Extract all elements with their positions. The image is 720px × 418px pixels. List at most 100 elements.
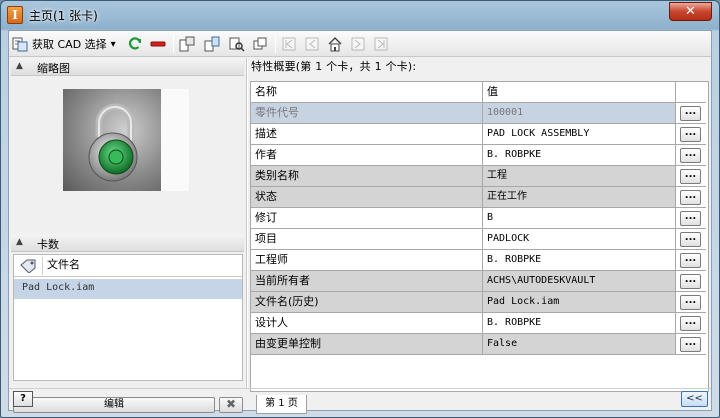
file-name-column-header[interactable]: 文件名 <box>42 257 80 275</box>
pane-splitter[interactable] <box>246 58 248 388</box>
thumbnail-background <box>161 89 189 191</box>
property-value[interactable]: PADLOCK <box>483 229 676 250</box>
remove-button[interactable] <box>150 35 166 53</box>
property-name: 描述 <box>251 124 483 145</box>
close-button[interactable]: ✕ <box>669 2 712 21</box>
refresh-button[interactable] <box>127 35 143 53</box>
fetch-cad-icon <box>12 36 28 52</box>
cards-section-header[interactable]: ▲ 卡数 <box>11 234 244 252</box>
property-action-cell: ... <box>676 229 706 250</box>
property-value[interactable]: 正在工作 <box>483 187 676 208</box>
fetch-cad-selection-button[interactable]: 获取 CAD 选择 ▾ <box>12 35 116 53</box>
cards-header-label: 卡数 <box>37 238 59 251</box>
property-value[interactable]: 100001 <box>483 103 676 124</box>
property-value[interactable]: B. ROBPKE <box>483 313 676 334</box>
ellipsis-button[interactable]: ... <box>680 211 701 226</box>
last-card-icon <box>373 36 389 52</box>
ellipsis-button[interactable]: ... <box>680 127 701 142</box>
property-row[interactable]: 作者 B. ROBPKE... <box>251 145 706 166</box>
copy-design-icon <box>179 36 195 52</box>
file-list-header: 文件名 <box>14 255 242 277</box>
find-icon <box>229 36 245 52</box>
property-action-cell: ... <box>676 208 706 229</box>
copy-button[interactable] <box>252 35 268 53</box>
refresh-icon <box>127 36 143 52</box>
property-value[interactable]: False <box>483 334 676 355</box>
property-action-cell: ... <box>676 145 706 166</box>
previous-card-button[interactable] <box>304 35 320 53</box>
ellipsis-button[interactable]: ... <box>680 253 701 268</box>
value-column-header[interactable]: 值 <box>483 82 676 103</box>
property-row[interactable]: 由变更单控制 False... <box>251 334 706 355</box>
help-button[interactable]: ? <box>13 391 33 407</box>
first-card-button[interactable] <box>281 35 297 53</box>
property-value[interactable]: B <box>483 208 676 229</box>
collapse-up-icon: ▲ <box>16 237 23 247</box>
ellipsis-button[interactable]: ... <box>680 337 701 352</box>
collapse-up-icon: ▲ <box>16 61 23 71</box>
property-name: 文件名(历史) <box>251 292 483 313</box>
last-card-button[interactable] <box>373 35 389 53</box>
thumbnail-section-header[interactable]: ▲ 缩略图 <box>11 58 244 76</box>
property-value[interactable]: ACHS\AUTODESKVAULT <box>483 271 676 292</box>
property-name: 修订 <box>251 208 483 229</box>
property-action-cell: ... <box>676 334 706 355</box>
property-row[interactable]: 描述 PAD LOCK ASSEMBLY... <box>251 124 706 145</box>
copy-design-button[interactable] <box>179 35 195 53</box>
property-row[interactable]: 当前所有者 ACHS\AUTODESKVAULT... <box>251 271 706 292</box>
padlock-thumbnail <box>63 89 165 191</box>
property-value[interactable]: 工程 <box>483 166 676 187</box>
ellipsis-button[interactable]: ... <box>680 295 701 310</box>
property-row[interactable]: 工程师 B. ROBPKE... <box>251 250 706 271</box>
property-value[interactable]: PAD LOCK ASSEMBLY <box>483 124 676 145</box>
property-name: 由变更单控制 <box>251 334 483 355</box>
ellipsis-button[interactable]: ... <box>680 316 701 331</box>
property-row[interactable]: 设计人 B. ROBPKE... <box>251 313 706 334</box>
property-value[interactable]: Pad Lock.iam <box>483 292 676 313</box>
property-name: 类别名称 <box>251 166 483 187</box>
property-action-cell: ... <box>676 250 706 271</box>
find-button[interactable] <box>229 35 245 53</box>
property-row[interactable]: 文件名(历史) Pad Lock.iam... <box>251 292 706 313</box>
ellipsis-button[interactable]: ... <box>680 274 701 289</box>
property-value[interactable]: B. ROBPKE <box>483 145 676 166</box>
fetch-cad-label: 获取 CAD 选择 <box>32 38 107 51</box>
assign-item-icon <box>204 36 220 52</box>
title-bar[interactable]: I 主页(1 张卡) ✕ <box>1 1 719 29</box>
chevron-down-icon[interactable]: ▾ <box>111 39 116 50</box>
copy-icon <box>252 36 268 52</box>
property-row[interactable]: 项目 PADLOCK... <box>251 229 706 250</box>
property-name: 当前所有者 <box>251 271 483 292</box>
property-name: 作者 <box>251 145 483 166</box>
file-list-item[interactable]: Pad Lock.iam <box>14 279 242 299</box>
home-button[interactable] <box>327 35 343 53</box>
property-row[interactable]: 类别名称 工程... <box>251 166 706 187</box>
ellipsis-button[interactable]: ... <box>680 169 701 184</box>
thumbnail-area <box>11 77 244 228</box>
property-row[interactable]: 零件代号 100001... <box>251 103 706 124</box>
property-row[interactable]: 修订 B... <box>251 208 706 229</box>
ellipsis-button[interactable]: ... <box>680 106 701 121</box>
property-name: 状态 <box>251 187 483 208</box>
inventor-app-icon: I <box>7 6 23 24</box>
name-column-header[interactable]: 名称 <box>251 82 483 103</box>
property-row[interactable]: 状态 正在工作... <box>251 187 706 208</box>
assign-item-button[interactable] <box>204 35 220 53</box>
properties-summary: 特性概要(第 1 个卡，共 1 个卡): <box>251 60 417 73</box>
tag-icon <box>20 259 36 274</box>
property-action-cell: ... <box>676 313 706 334</box>
first-card-icon <box>281 36 297 52</box>
next-card-button[interactable] <box>350 35 366 53</box>
ellipsis-button[interactable]: ... <box>680 190 701 205</box>
ellipsis-button[interactable]: ... <box>680 148 701 163</box>
client-area: 获取 CAD 选择 ▾ ▲ 缩略图 ▲ 卡数 文件名 Pad Lock.iam … <box>8 30 712 414</box>
property-name: 项目 <box>251 229 483 250</box>
minus-icon <box>150 36 166 52</box>
left-pane: ▲ 缩略图 ▲ 卡数 文件名 Pad Lock.iam 编辑 ✖ <box>11 58 244 413</box>
property-action-cell: ... <box>676 124 706 145</box>
toolbar: 获取 CAD 选择 ▾ <box>9 31 711 57</box>
ellipsis-button[interactable]: ... <box>680 232 701 247</box>
property-value[interactable]: B. ROBPKE <box>483 250 676 271</box>
collapse-button[interactable]: << <box>681 391 708 407</box>
dialog-window: I 主页(1 张卡) ✕ 获取 CAD 选择 ▾ ▲ 缩略图 ▲ 卡数 文件名 … <box>0 0 720 418</box>
